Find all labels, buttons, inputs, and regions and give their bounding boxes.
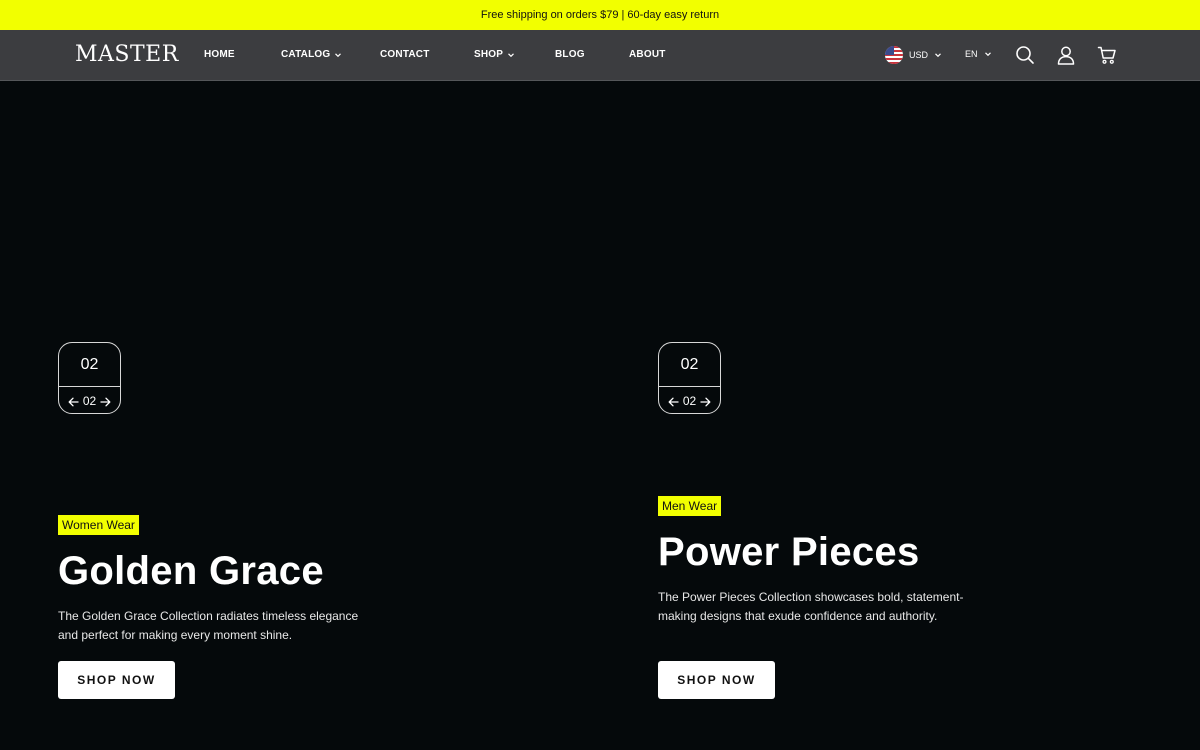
us-flag-icon: [885, 46, 903, 64]
slide-title: Golden Grace: [58, 549, 324, 593]
nav-blog-label: BLOG: [555, 49, 585, 60]
category-tag: Women Wear: [58, 515, 139, 535]
slide-total: 02: [682, 393, 697, 408]
hero-slide-women: 02 02 Women Wear Golden Grace The Golden…: [0, 81, 600, 750]
currency-selector[interactable]: USD: [885, 46, 942, 64]
slide-number: 02: [680, 355, 699, 373]
arrow-left-icon[interactable]: [68, 396, 79, 406]
nav-shop[interactable]: SHOP: [474, 49, 515, 61]
site-header: MASTER HOME CATALOG CONTACT SHOP BLOG AB…: [0, 30, 1200, 81]
nav-shop-label: SHOP: [474, 49, 504, 60]
currency-label: USD: [909, 50, 929, 60]
arrow-left-icon[interactable]: [668, 396, 679, 406]
nav-home-label: HOME: [204, 49, 235, 60]
slide-nav: 02: [59, 387, 120, 414]
chevron-down-icon: [507, 51, 515, 59]
hero-slide-men: 02 02 Men Wear Power Pieces The Power Pi…: [600, 81, 1200, 750]
announcement-text: Free shipping on orders $79 | 60-day eas…: [480, 9, 720, 21]
announcement-bar: Free shipping on orders $79 | 60-day eas…: [0, 0, 1200, 30]
nav-catalog[interactable]: CATALOG: [281, 49, 342, 61]
cart-icon[interactable]: [1097, 45, 1117, 65]
nav-about-label: ABOUT: [629, 49, 666, 60]
chevron-down-icon: [334, 51, 342, 59]
slide-total: 02: [82, 393, 97, 408]
slide-description: The Golden Grace Collection radiates tim…: [58, 609, 359, 642]
slide-nav: 02: [659, 387, 720, 414]
slide-counter: 02 02: [58, 342, 121, 414]
nav-blog[interactable]: BLOG: [555, 49, 585, 61]
slide-counter: 02 02: [658, 342, 721, 414]
nav-catalog-label: CATALOG: [281, 49, 331, 60]
language-label: EN: [965, 49, 978, 59]
slide-number: 02: [80, 355, 99, 373]
shop-now-button[interactable]: SHOP NOW: [658, 661, 775, 699]
slide-description: The Power Pieces Collection showcases bo…: [658, 590, 964, 623]
chevron-down-icon: [934, 51, 942, 59]
shop-now-button[interactable]: SHOP NOW: [58, 661, 175, 699]
slide-title: Power Pieces: [658, 530, 920, 574]
nav-contact[interactable]: CONTACT: [380, 49, 430, 61]
account-icon[interactable]: [1056, 45, 1076, 65]
arrow-right-icon[interactable]: [100, 396, 111, 406]
nav-about[interactable]: ABOUT: [629, 49, 666, 61]
logo[interactable]: MASTER: [75, 42, 179, 68]
chevron-down-icon: [984, 50, 992, 58]
nav-home[interactable]: HOME: [204, 49, 235, 61]
category-tag: Men Wear: [658, 496, 722, 516]
arrow-right-icon[interactable]: [700, 396, 711, 406]
search-icon[interactable]: [1015, 45, 1035, 65]
language-selector[interactable]: EN: [965, 49, 992, 59]
nav-contact-label: CONTACT: [380, 49, 430, 60]
